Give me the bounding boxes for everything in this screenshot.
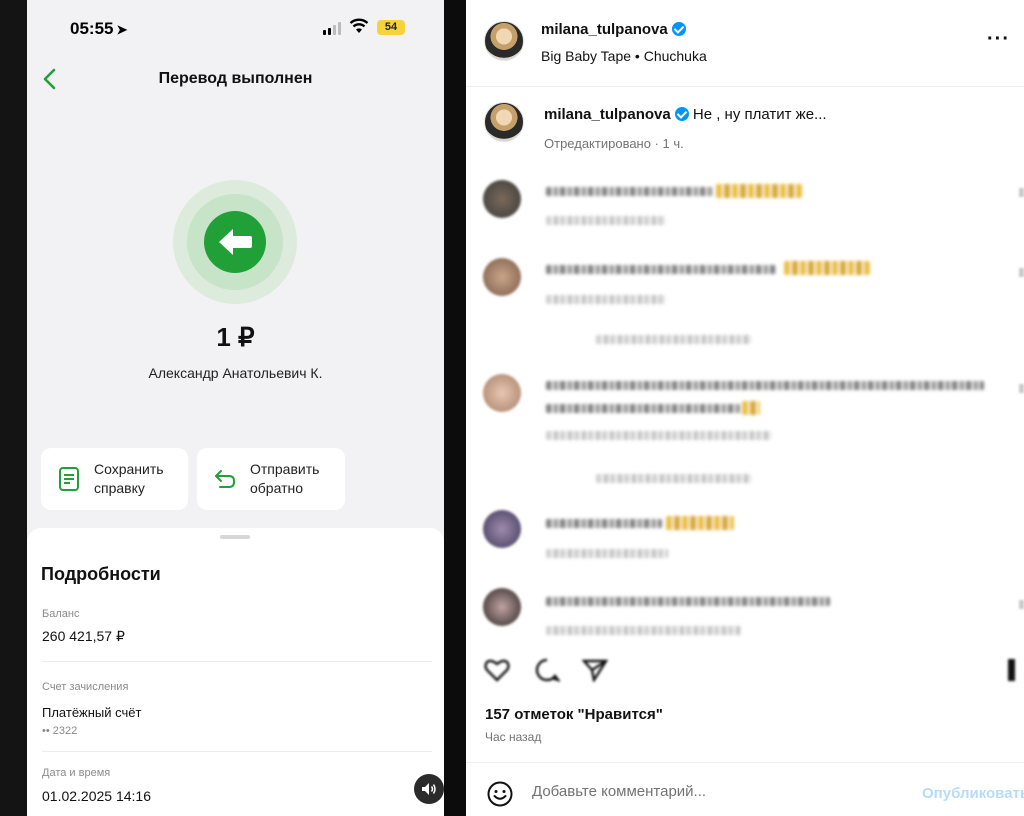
balance-value: 260 421,57 ₽ <box>42 628 125 644</box>
emoji-smile-icon[interactable] <box>486 780 514 808</box>
comment-avatar[interactable] <box>483 588 521 626</box>
like-comment-icon[interactable] <box>1019 384 1024 393</box>
blurred-comment-text <box>546 187 714 196</box>
return-arrow-icon <box>215 470 235 488</box>
post-actions <box>466 652 1024 688</box>
details-sheet: Подробности Баланс 260 421,57 ₽ Счет зач… <box>27 528 444 816</box>
details-title: Подробности <box>41 564 161 584</box>
page-title: Перевод выполнен <box>158 70 313 87</box>
blurred-comment-meta <box>546 549 668 558</box>
date-label: Дата и время <box>42 767 111 779</box>
status-bar: 05:55 ➤ 54 <box>27 0 444 58</box>
comment-input[interactable] <box>532 783 832 800</box>
left-background-strip <box>0 0 27 816</box>
send-back-button[interactable]: Отправить обратно <box>197 448 345 510</box>
comment-avatar[interactable] <box>483 258 521 296</box>
comment-icon[interactable] <box>534 658 560 682</box>
blurred-view-replies[interactable] <box>596 335 751 344</box>
status-time: 05:55 ➤ <box>70 19 128 38</box>
blurred-emoji <box>666 516 734 530</box>
balance-label: Баланс <box>42 608 80 620</box>
like-comment-icon[interactable] <box>1019 600 1024 609</box>
post-caption: milana_tulpanova Не , ну платит же... <box>544 106 827 123</box>
bookmark-icon[interactable] <box>1006 658 1018 682</box>
document-icon <box>59 467 79 491</box>
more-dots-icon[interactable]: ··· <box>987 28 1010 51</box>
date-value: 01.02.2025 14:16 <box>42 788 151 804</box>
like-comment-icon[interactable] <box>1019 268 1024 277</box>
comment-avatar[interactable] <box>483 510 521 548</box>
divider-strip <box>444 0 466 816</box>
heart-icon[interactable] <box>484 658 510 682</box>
blurred-comment-text <box>546 404 742 413</box>
blurred-emoji <box>742 401 760 415</box>
battery-indicator: 54 <box>377 20 405 35</box>
caption-text: Не , ну платит же... <box>692 106 827 123</box>
blurred-comment-meta <box>546 216 666 225</box>
caption-username[interactable]: milana_tulpanova <box>544 106 671 123</box>
blurred-comment-text <box>546 519 662 528</box>
post-header: milana_tulpanova Big Baby Tape • Chuchuk… <box>466 0 1024 87</box>
blurred-emoji <box>784 261 870 275</box>
blurred-comment-meta <box>546 295 666 304</box>
sound-toggle-button[interactable] <box>414 774 444 804</box>
comment-bar: Опубликовать <box>466 762 1024 816</box>
recipient-name: Александр Анатольевич К. <box>148 365 323 381</box>
divider <box>42 751 432 752</box>
location-arrow-icon: ➤ <box>116 22 128 37</box>
share-icon[interactable] <box>582 658 608 682</box>
verified-badge-icon <box>674 107 689 121</box>
author-username[interactable]: milana_tulpanova <box>541 21 686 38</box>
comment-avatar[interactable] <box>483 180 521 218</box>
bank-app-screen: 05:55 ➤ 54 Перевод выполнен 1 ₽ Александр… <box>27 0 444 816</box>
blurred-emoji <box>716 184 802 198</box>
send-back-label: Отправить обратно <box>250 461 320 496</box>
like-comment-icon[interactable] <box>1019 188 1024 197</box>
cellular-signal-icon <box>323 22 341 35</box>
post-time: Час назад <box>485 730 542 744</box>
incoming-transfer-icon <box>204 211 266 273</box>
account-label: Счет зачисления <box>42 681 129 693</box>
account-number: •• 2322 <box>42 725 78 737</box>
blurred-comment-text <box>546 597 830 606</box>
blurred-comment-meta <box>546 431 771 440</box>
speaker-icon <box>422 783 436 795</box>
caption-meta: Отредактировано · 1 ч. <box>544 136 684 151</box>
sheet-drag-handle[interactable] <box>220 535 250 539</box>
save-receipt-button[interactable]: Сохранить справку <box>41 448 188 510</box>
author-avatar[interactable] <box>484 21 524 61</box>
blurred-comment-text <box>546 265 776 274</box>
account-value: Платёжный счёт <box>42 705 142 720</box>
blurred-view-replies[interactable] <box>596 474 751 483</box>
comment-avatar[interactable] <box>483 374 521 412</box>
likes-count[interactable]: 157 отметок "Нравится" <box>485 706 663 723</box>
instagram-post-panel: milana_tulpanova Big Baby Tape • Chuchuk… <box>466 0 1024 816</box>
verified-badge-icon <box>671 22 686 36</box>
publish-button[interactable]: Опубликовать <box>922 785 1024 802</box>
blurred-comment-meta <box>546 626 742 635</box>
caption-avatar[interactable] <box>484 102 524 142</box>
save-receipt-label: Сохранить справку <box>94 461 164 496</box>
music-track-link[interactable]: Big Baby Tape • Chuchuka <box>541 48 707 64</box>
transfer-amount: 1 ₽ <box>216 322 255 352</box>
divider <box>42 661 432 662</box>
wifi-icon <box>349 18 369 33</box>
blurred-comment-text <box>546 381 984 390</box>
